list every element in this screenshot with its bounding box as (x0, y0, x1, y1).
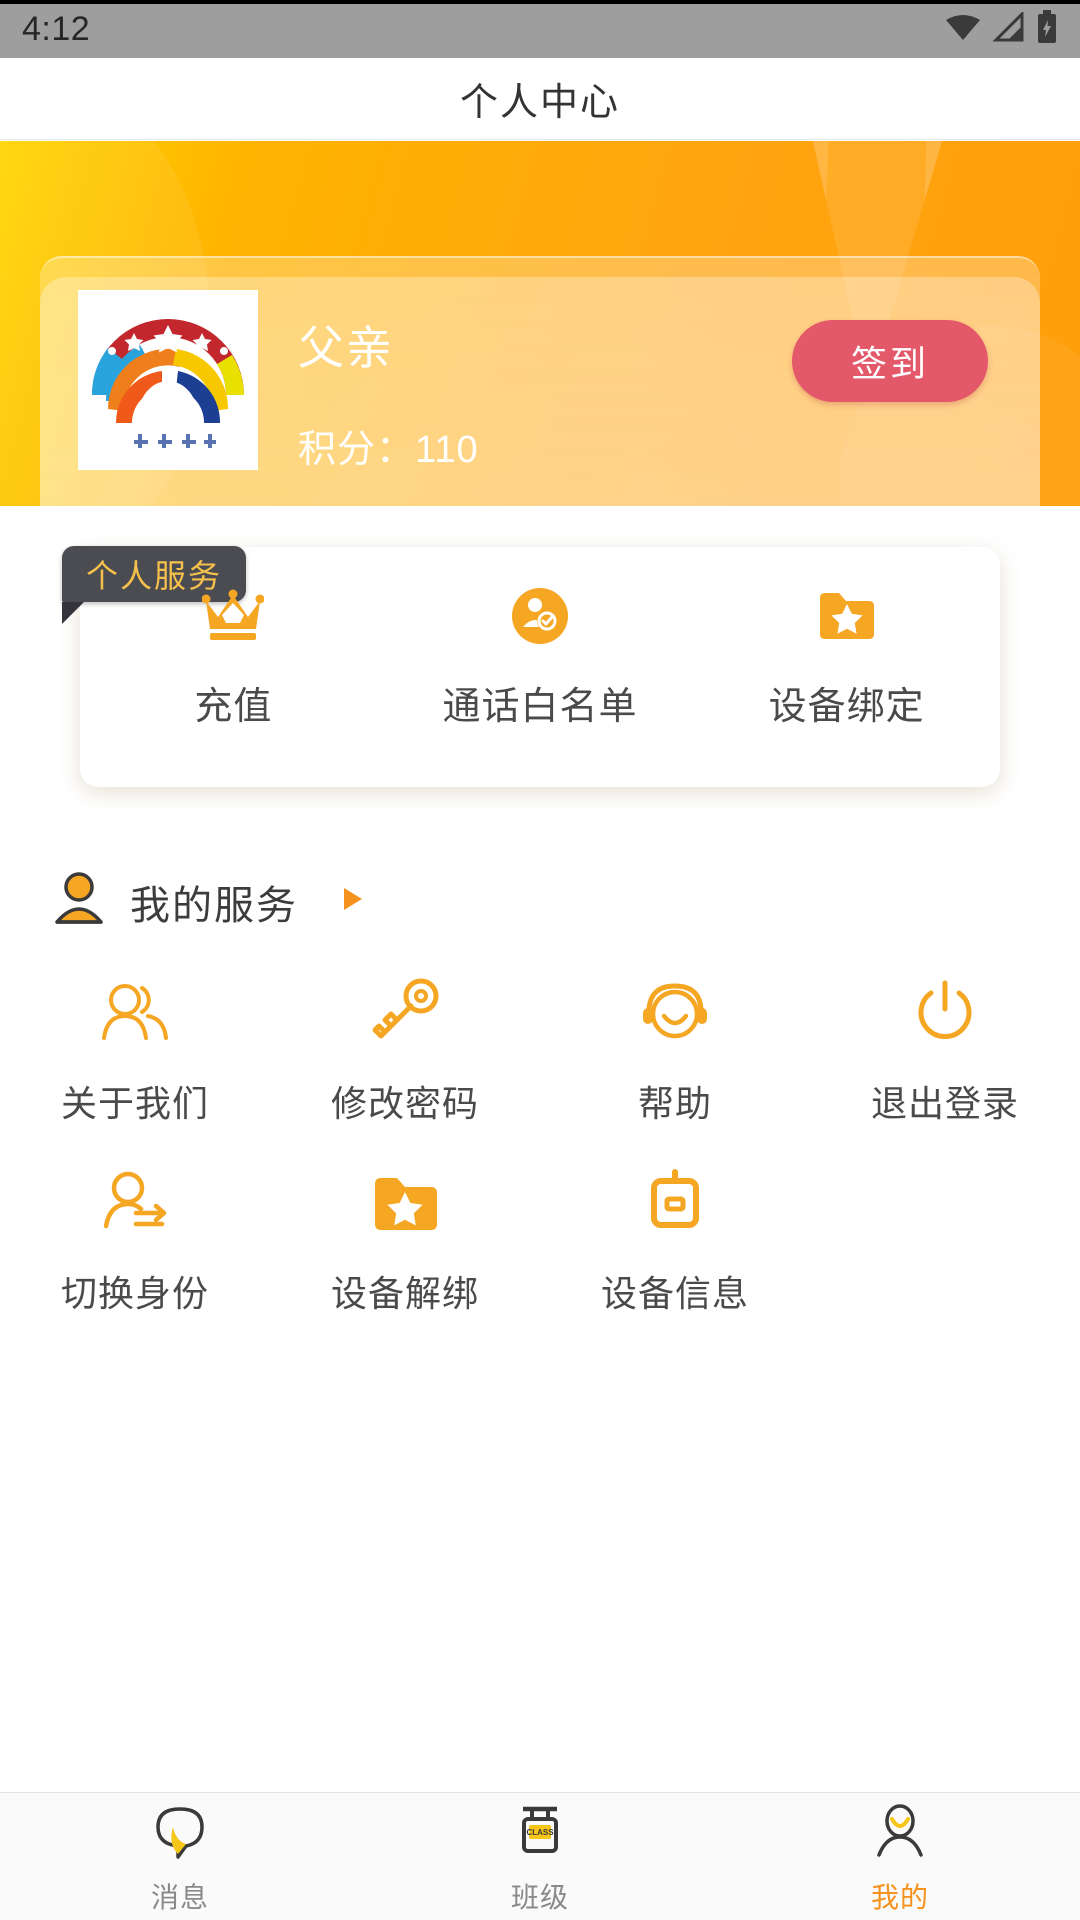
avatar[interactable] (78, 290, 258, 470)
profile-points: 积分：110 (298, 429, 479, 471)
personal-service-item-recharge[interactable]: 充值 (80, 585, 387, 730)
nav-item-label: 班级 (510, 1882, 569, 1913)
service-item-label: 设备解绑 (330, 1273, 479, 1314)
key-icon (367, 973, 443, 1053)
my-services-grid: 关于我们 修改密码 帮助 退出登录 切换身份 设备解绑 设备信息 (0, 965, 1080, 1345)
profile-row: 父亲 积分：110 签到 (40, 290, 1040, 490)
my-services-header[interactable]: 我的服务 (52, 870, 368, 933)
two-people-icon (96, 973, 174, 1053)
nav-item-label: 消息 (150, 1882, 209, 1913)
personal-service-item-label: 设备绑定 (768, 686, 925, 728)
service-item-switch-identity[interactable]: 切换身份 (0, 1155, 270, 1345)
service-item-label: 退出登录 (870, 1083, 1019, 1124)
personal-service-item-bind-device[interactable]: 设备绑定 (693, 585, 1000, 730)
signin-button[interactable]: 签到 (792, 320, 988, 402)
power-icon (909, 973, 981, 1053)
service-item-change-password[interactable]: 修改密码 (270, 965, 540, 1155)
personal-service-items: 充值 通话白名单 设备绑定 (80, 585, 1000, 785)
service-item-empty-slot (810, 1155, 1080, 1345)
battery-icon (1036, 9, 1058, 49)
service-item-device-info[interactable]: 设备信息 (540, 1155, 810, 1345)
nav-item-class[interactable]: CLASS 班级 (360, 1793, 720, 1920)
my-services-title: 我的服务 (130, 883, 298, 928)
page-header: 个人中心 (0, 58, 1080, 140)
status-bar: 4:12 (0, 0, 1080, 58)
wifi-icon (944, 12, 982, 47)
profile-person-icon (871, 1803, 929, 1866)
service-item-label: 修改密码 (330, 1083, 479, 1124)
bottom-navigation: 消息 CLASS 班级 我的 (0, 1792, 1080, 1920)
service-item-about-us[interactable]: 关于我们 (0, 965, 270, 1155)
device-info-icon (642, 1163, 708, 1243)
class-sign-icon: CLASS (511, 1803, 569, 1866)
crown-icon (202, 585, 265, 647)
service-item-unbind-device[interactable]: 设备解绑 (270, 1155, 540, 1345)
status-bar-time: 4:12 (22, 9, 91, 48)
personal-service-item-whitelist[interactable]: 通话白名单 (387, 585, 694, 730)
signal-icon (992, 9, 1026, 47)
person-icon (52, 870, 106, 933)
personal-service-item-label: 通话白名单 (442, 686, 638, 728)
personal-service-item-label: 充值 (194, 686, 273, 728)
folder-star-icon (816, 585, 878, 647)
service-item-label: 设备信息 (600, 1273, 749, 1314)
switch-user-icon (98, 1163, 172, 1243)
service-item-help[interactable]: 帮助 (540, 965, 810, 1155)
folder-star-icon (370, 1163, 440, 1243)
status-bar-icons (944, 9, 1058, 49)
service-item-label: 关于我们 (60, 1083, 209, 1124)
svg-text:CLASS: CLASS (526, 1828, 554, 1837)
play-triangle-icon[interactable] (338, 884, 368, 919)
nav-item-label: 我的 (870, 1882, 929, 1913)
service-item-label: 切换身份 (60, 1273, 209, 1314)
nav-item-mine[interactable]: 我的 (720, 1793, 1080, 1920)
service-item-logout[interactable]: 退出登录 (810, 965, 1080, 1155)
headset-smile-icon (637, 973, 713, 1053)
chat-bubble-icon (151, 1803, 209, 1866)
service-item-label: 帮助 (637, 1083, 712, 1124)
nav-item-messages[interactable]: 消息 (0, 1793, 360, 1920)
page-title: 个人中心 (459, 82, 620, 124)
contact-circle-icon (509, 585, 571, 647)
